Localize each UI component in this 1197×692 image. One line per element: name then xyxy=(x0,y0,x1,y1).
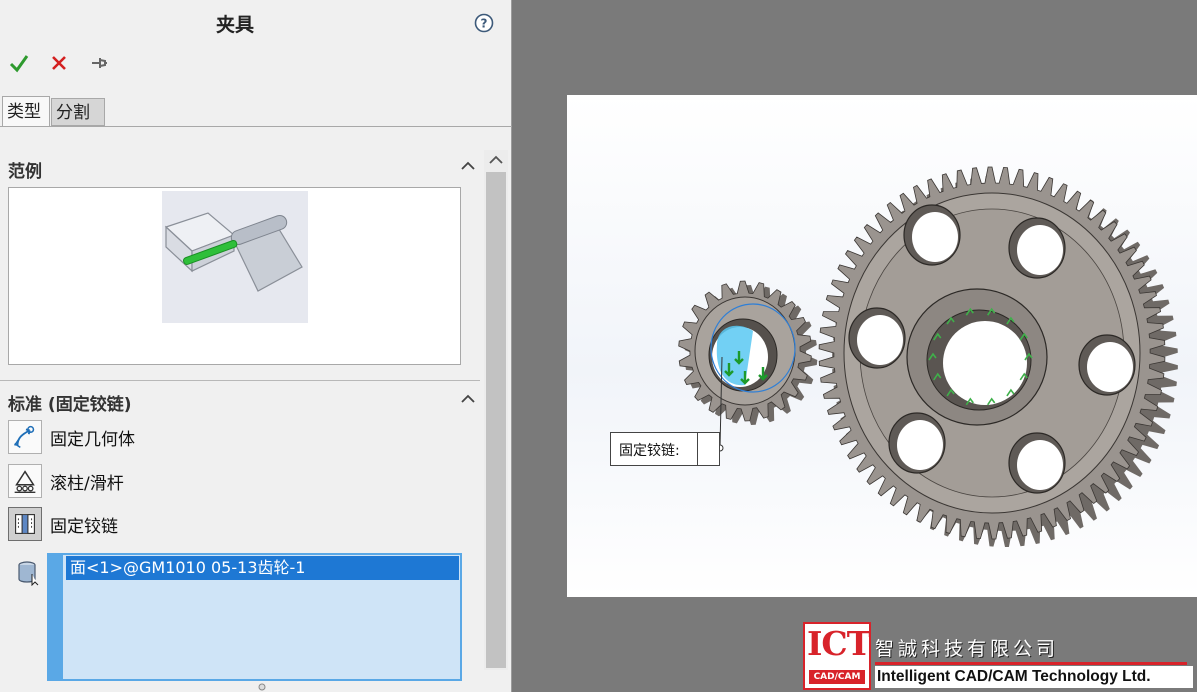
example-preview-box xyxy=(8,187,461,365)
fixture-option-fixed-geometry[interactable]: 固定几何体 xyxy=(8,420,308,456)
ok-check-icon[interactable] xyxy=(8,52,30,74)
large-gear-bore-opening xyxy=(943,321,1027,405)
tab-type[interactable]: 类型 xyxy=(2,96,50,126)
large-gear-hole-opening xyxy=(1087,342,1133,392)
company-chinese-name: 智誠科技有限公司 xyxy=(875,638,1060,660)
help-icon[interactable]: ? xyxy=(474,13,494,33)
chevron-up-icon[interactable] xyxy=(460,160,476,172)
resize-grip-icon[interactable] xyxy=(258,683,266,691)
gear-assembly-model[interactable] xyxy=(567,95,1197,597)
fixture-option-label: 固定几何体 xyxy=(50,430,135,450)
company-english-name: Intelligent CAD/CAM Technology Ltd. xyxy=(875,666,1193,688)
callout-divider xyxy=(697,433,698,465)
fixture-option-label: 固定铰链 xyxy=(50,517,118,537)
svg-text:?: ? xyxy=(481,17,488,31)
selected-face-item[interactable]: 面<1>@GM1010 05-13齿轮-1 xyxy=(66,556,459,580)
roller-icon xyxy=(8,464,42,498)
small-gear[interactable] xyxy=(678,280,818,425)
chevron-up-icon[interactable] xyxy=(460,393,476,405)
company-logo: ICT CAD/CAM 智誠科技有限公司 Intelligent CAD/CAM… xyxy=(803,622,1197,692)
cadcam-badge: CAD/CAM xyxy=(809,670,865,684)
tab-divider xyxy=(0,126,512,127)
section-divider xyxy=(0,380,480,381)
ict-logo-mark: ICT CAD/CAM xyxy=(803,622,871,690)
section-example-title: 范例 xyxy=(8,162,42,182)
large-gear-hole-opening xyxy=(1017,440,1063,490)
tab-split[interactable]: 分割 xyxy=(51,98,105,126)
large-gear-hole-opening xyxy=(1017,225,1063,275)
face-selection-icon xyxy=(18,561,39,586)
ict-logo-text: ICT xyxy=(807,624,871,663)
selection-list-strip xyxy=(47,553,63,681)
cancel-x-icon[interactable] xyxy=(48,52,70,74)
fixture-option-fixed-hinge[interactable]: 固定铰链 xyxy=(8,507,308,543)
large-gear-hole-opening xyxy=(912,212,958,262)
large-gear-hole-opening xyxy=(897,420,943,470)
pushpin-icon[interactable] xyxy=(88,52,110,74)
fixture-option-roller-slider[interactable]: 滚柱/滑杆 xyxy=(8,464,308,500)
fixture-option-label: 滚柱/滑杆 xyxy=(50,474,124,494)
callout-label: 固定铰链: xyxy=(619,443,680,459)
scroll-up-arrow-icon[interactable] xyxy=(484,150,508,170)
section-standard-title: 标准 (固定铰链) xyxy=(8,395,132,415)
scroll-thumb[interactable] xyxy=(486,172,506,668)
panel-title: 夹具 xyxy=(215,14,254,36)
logo-rule xyxy=(875,662,1187,665)
property-manager-panel: 夹具 ? 类型 分割 范例 标准 (固定铰链) 固定几何体 滚柱/滑杆 固定铰链… xyxy=(0,0,512,692)
large-gear[interactable] xyxy=(818,166,1178,547)
large-gear-hole-opening xyxy=(857,315,903,365)
hinge-icon xyxy=(8,507,42,541)
hinge-example-illustration xyxy=(162,191,308,323)
fixed-hinge-callout[interactable]: 固定铰链: xyxy=(610,432,720,466)
anchor-icon xyxy=(8,420,42,454)
